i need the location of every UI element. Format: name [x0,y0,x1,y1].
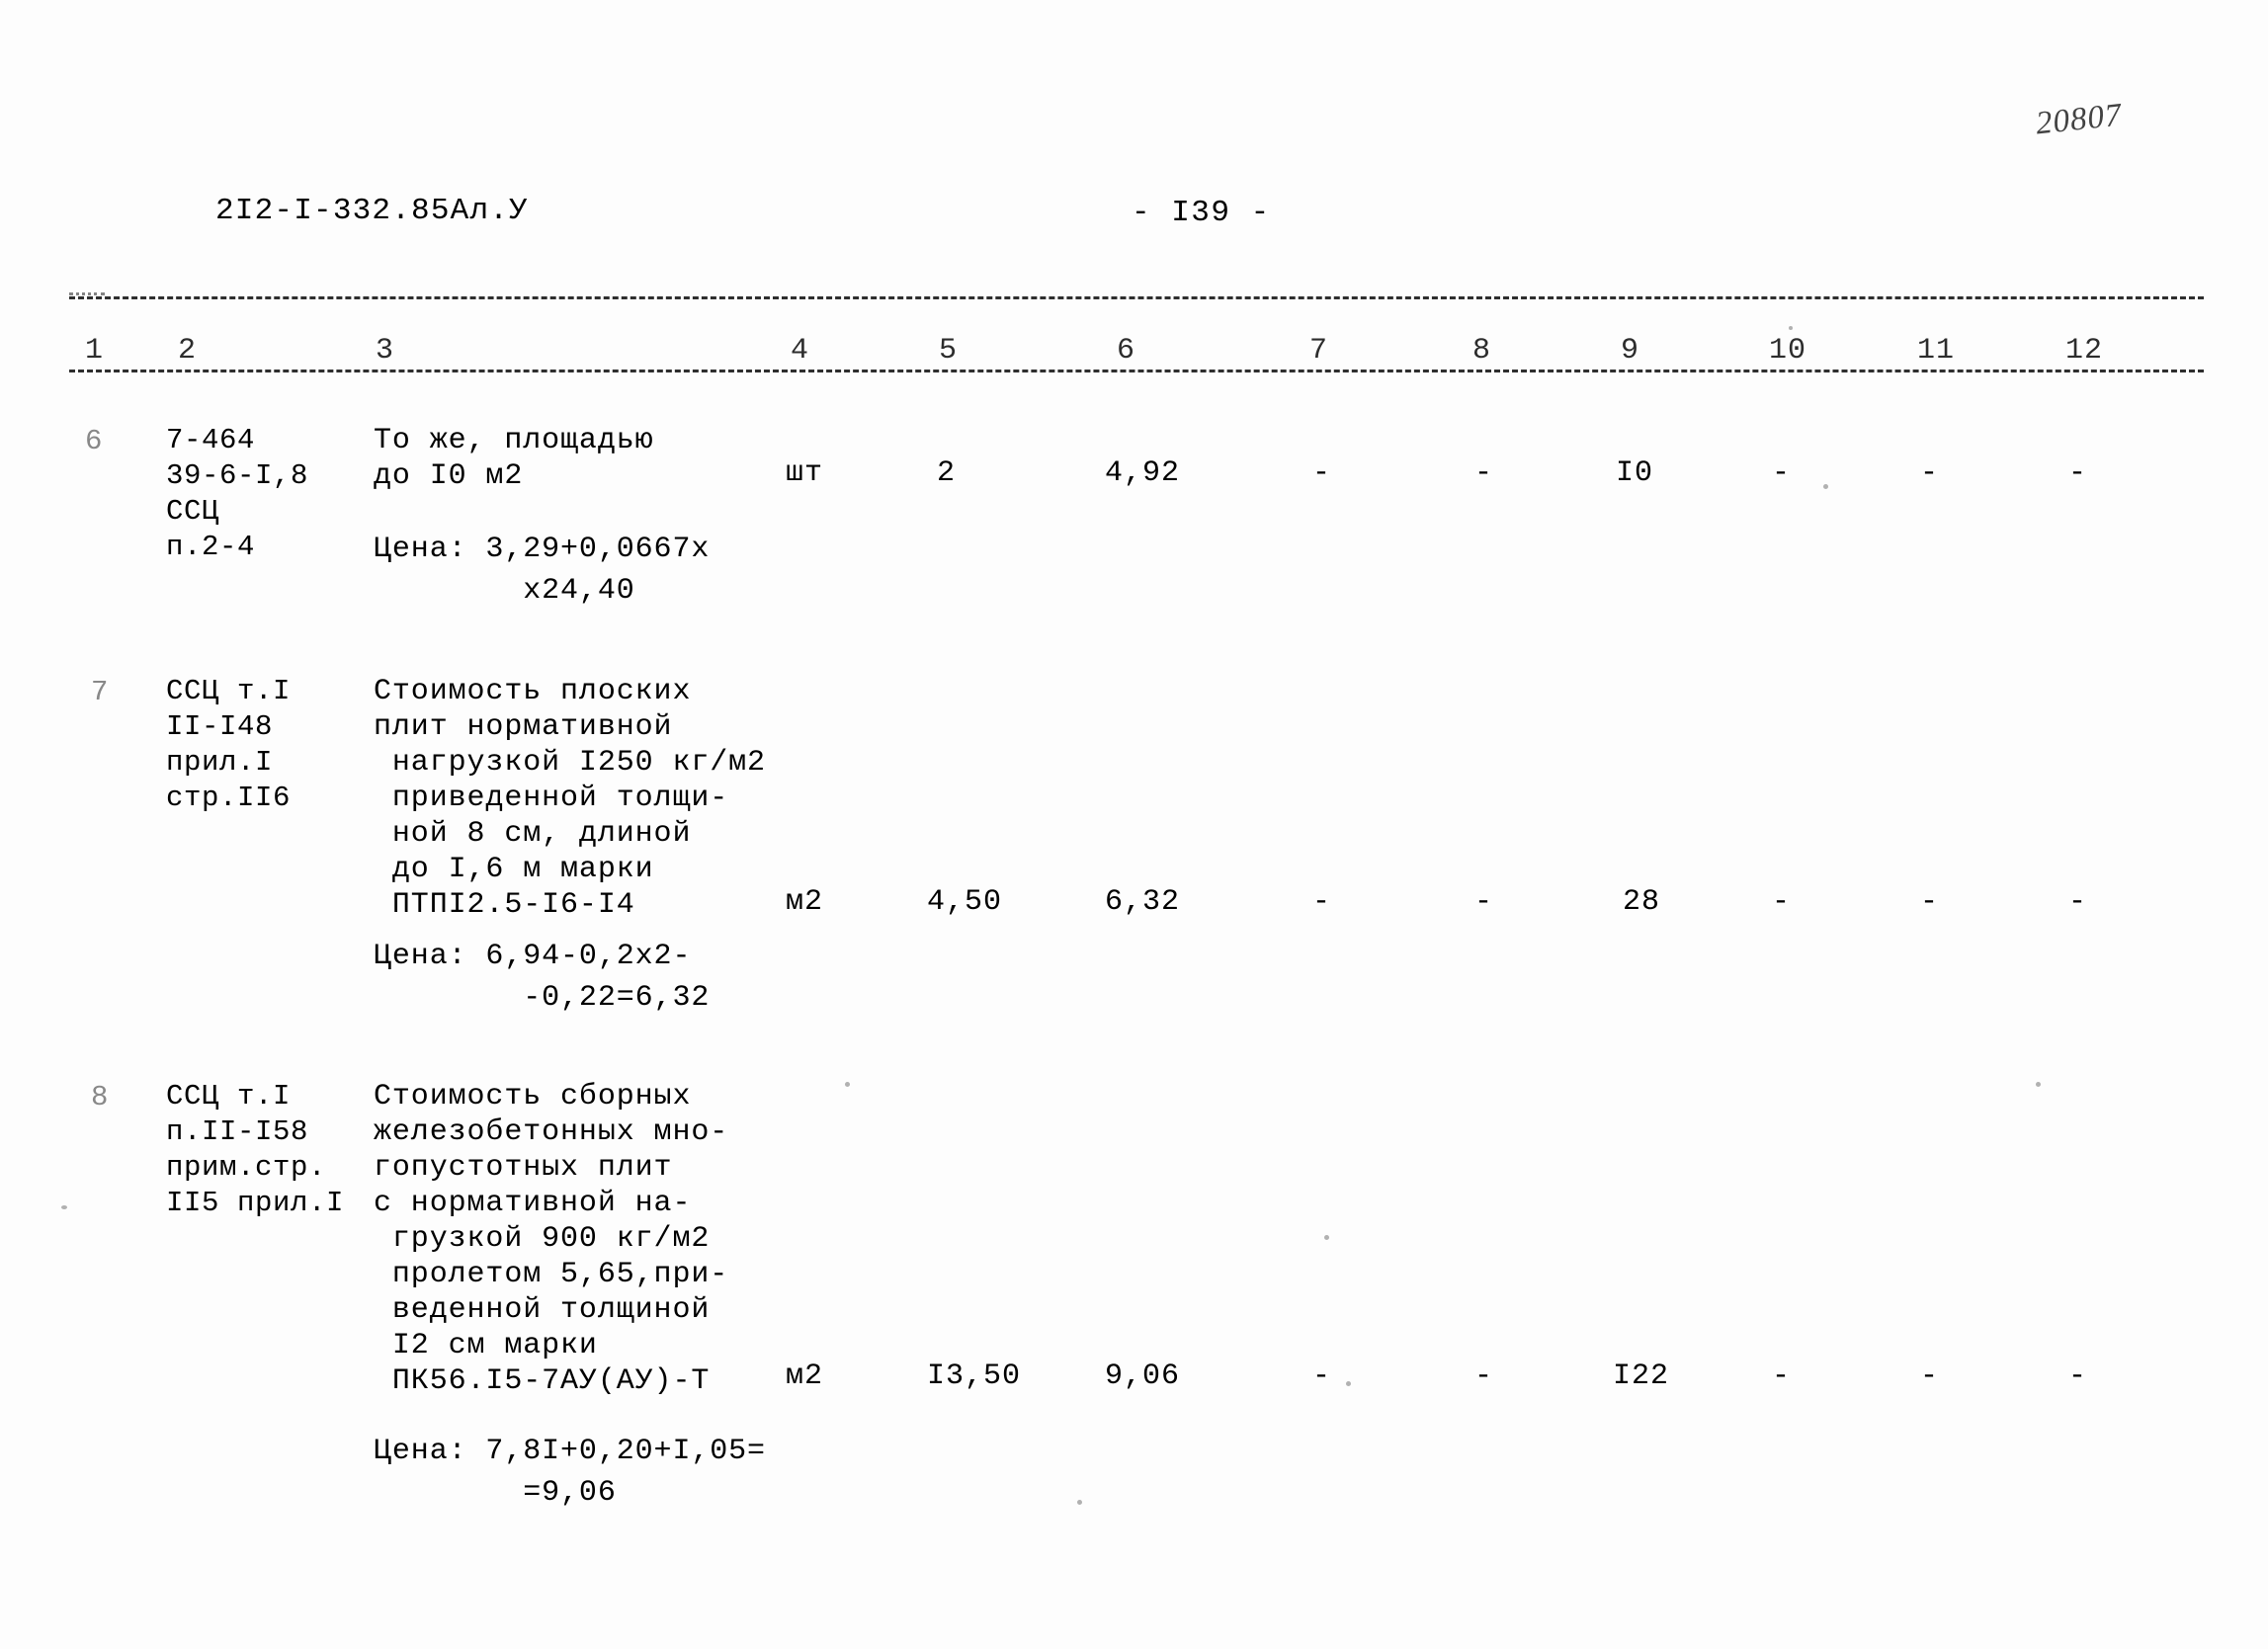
scan-speck [1324,1235,1329,1240]
row-price-formula: Цена: 3,29+0,0667х х24,40 [374,533,711,608]
scan-speck [1823,484,1828,489]
row-code-cell: ССЦ т.I п.II-I58 прим.стр. II5 прил.I [166,1080,345,1219]
column-header-4: 4 [791,334,810,368]
row-col6-cell: 4,92 [1105,456,1181,490]
row-col5-cell: I3,50 [927,1360,1022,1393]
row-price-formula: Цена: 6,94-0,2х2- -0,22=6,32 [374,940,711,1015]
row-col6-cell: 9,06 [1105,1360,1181,1393]
column-header-3: 3 [376,334,395,368]
row-code-cell: ССЦ т.I II-I48 прил.I стр.II6 [166,675,292,814]
row-col8-cell: - [1474,456,1494,490]
rule-left-tick [69,292,105,295]
scan-speck [1346,1381,1351,1386]
column-header-6: 6 [1117,334,1136,368]
page-number: - I39 - [1132,196,1271,230]
column-header-7: 7 [1309,334,1329,368]
row-col11-cell: - [1920,1360,1940,1393]
table-rule-top [69,296,2204,299]
row-code-cell: 7-464 39-6-I,8 ССЦ п.2-4 [166,424,309,563]
column-header-9: 9 [1621,334,1640,368]
column-header-12: 12 [2065,334,2104,368]
column-header-10: 10 [1769,334,1807,368]
scan-speck [1077,1500,1082,1505]
row-col8-cell: - [1474,885,1494,919]
handwritten-annotation: 20807 [2034,97,2125,142]
row-col6-cell: 6,32 [1105,885,1181,919]
row-description-cell: Стоимость сборных железобетонных мно- го… [374,1080,729,1398]
row-col9-cell: I22 [1613,1360,1670,1393]
row-unit-cell: м2 [786,1360,824,1393]
table-rule-below-headers [69,370,2204,372]
row-col11-cell: - [1920,885,1940,919]
scan-speck [2036,1082,2041,1087]
row-col7-cell: - [1312,456,1332,490]
document-page: 20807 2I2-I-332.85Ал.У - I39 - 1 2 3 4 5… [0,0,2268,1649]
table-row: 7 [91,676,109,708]
row-col9-cell: 28 [1623,885,1661,919]
table-row: 8 [91,1081,109,1113]
row-col10-cell: - [1772,1360,1792,1393]
scan-speck [845,1082,850,1087]
column-header-5: 5 [939,334,959,368]
row-col5-cell: 4,50 [927,885,1003,919]
row-col12-cell: - [2068,456,2088,490]
column-header-8: 8 [1472,334,1492,368]
row-unit-cell: шт [786,456,824,490]
row-col12-cell: - [2068,1360,2088,1393]
scan-speck [61,1205,67,1209]
row-description-cell: Стоимость плоских плит нормативной нагру… [374,675,766,922]
row-col7-cell: - [1312,1360,1332,1393]
row-col10-cell: - [1772,885,1792,919]
row-description-cell: То же, площадью до I0 м2 [374,424,654,493]
row-price-formula: Цена: 7,8I+0,20+I,05= =9,06 [374,1435,766,1510]
column-header-1: 1 [85,334,105,368]
scan-speck [1789,326,1793,330]
row-unit-cell: м2 [786,885,824,919]
row-col12-cell: - [2068,885,2088,919]
row-col9-cell: I0 [1616,456,1654,490]
row-col10-cell: - [1772,456,1792,490]
row-col8-cell: - [1474,1360,1494,1393]
row-col11-cell: - [1920,456,1940,490]
row-col7-cell: - [1312,885,1332,919]
table-row: 6 [85,425,103,457]
document-code: 2I2-I-332.85Ал.У [215,194,529,228]
column-header-2: 2 [178,334,198,368]
row-col5-cell: 2 [937,456,957,490]
column-header-11: 11 [1917,334,1956,368]
